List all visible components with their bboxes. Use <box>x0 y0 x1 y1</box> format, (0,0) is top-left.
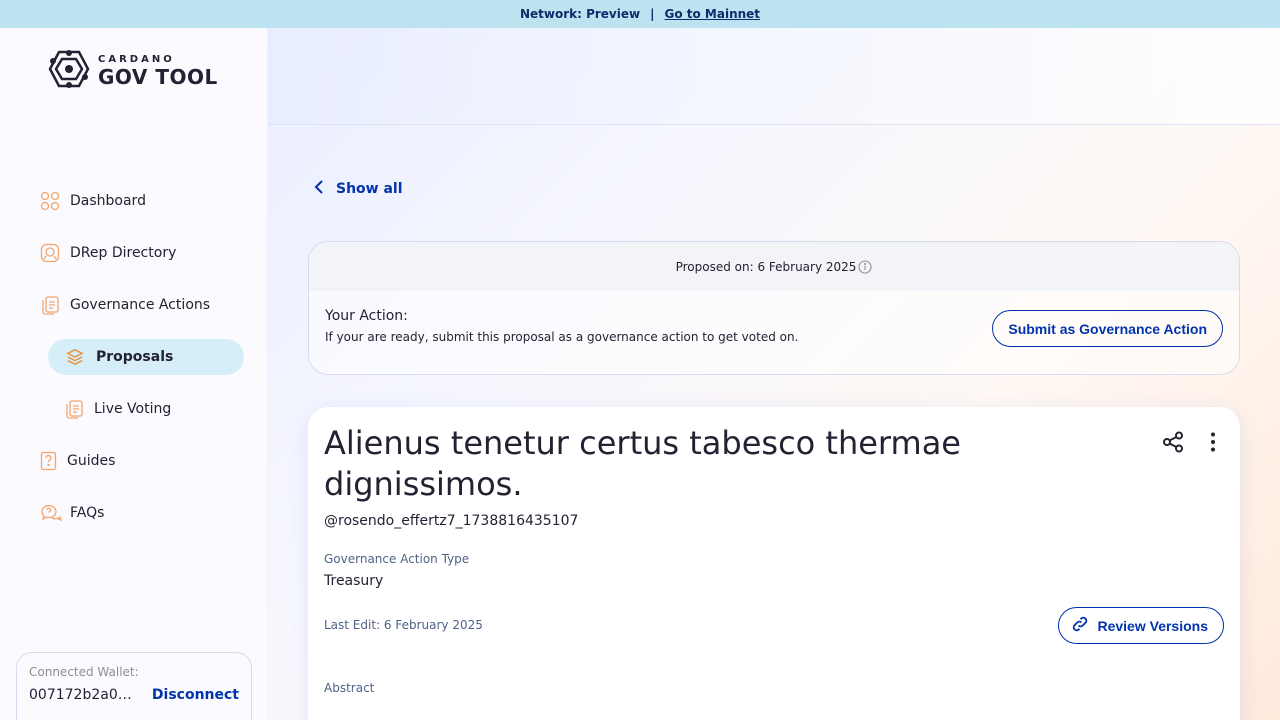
sidebar-item-label: Governance Actions <box>70 297 211 313</box>
wallet-address: 007172b2a0a5... <box>29 687 139 703</box>
sidebar-item-dashboard[interactable]: Dashboard <box>40 189 146 213</box>
review-versions-label: Review Versions <box>1097 617 1208 634</box>
wallet-label: Connected Wallet: <box>29 665 139 679</box>
disconnect-button[interactable]: Disconnect <box>152 687 239 703</box>
sidebar-item-label: Proposals <box>96 349 174 365</box>
connected-wallet-panel: Connected Wallet: 007172b2a0a5... Discon… <box>16 652 252 720</box>
proposal-detail-card: Alienus tenetur certus tabesco thermae d… <box>308 407 1240 720</box>
sidebar-item-label: FAQs <box>70 505 105 521</box>
sidebar-item-proposals[interactable]: Proposals <box>48 339 244 375</box>
logo-cardano-text: CARDANO <box>98 54 175 65</box>
chat-icon <box>40 503 63 523</box>
show-all-label: Show all <box>336 181 403 197</box>
sidebar-item-label: DRep Directory <box>70 245 177 261</box>
sidebar-item-live-voting[interactable]: Live Voting <box>64 397 171 421</box>
sidebar-item-faqs[interactable]: FAQs <box>40 501 104 525</box>
sidebar-item-label: Live Voting <box>94 401 172 417</box>
logo[interactable]: CARDANO GOV TOOL <box>48 50 218 92</box>
submit-governance-action-button[interactable]: Submit as Governance Action <box>992 310 1223 347</box>
layers-icon <box>66 348 84 366</box>
logo-govtool-text: GOV TOOL <box>98 65 218 89</box>
show-all-link[interactable]: Show all <box>314 180 403 198</box>
guide-icon <box>40 451 57 471</box>
network-separator: | <box>650 7 655 21</box>
abstract-label: Abstract <box>324 681 375 695</box>
sidebar-item-drep-directory[interactable]: DRep Directory <box>40 241 176 265</box>
documents-icon <box>64 399 84 419</box>
go-to-mainnet-link[interactable]: Go to Mainnet <box>664 7 760 21</box>
more-vertical-icon[interactable] <box>1202 431 1224 453</box>
info-icon[interactable] <box>858 259 872 274</box>
network-label: Network: Preview <box>519 7 641 21</box>
proposal-author: @rosendo_effertz7_1738816435107 <box>324 513 579 529</box>
last-edit-text: Last Edit: 6 February 2025 <box>324 618 483 632</box>
link-icon <box>1071 615 1089 636</box>
sidebar-item-label: Dashboard <box>70 193 146 209</box>
main-content: Show all Proposed on: 6 February 2025 Yo… <box>268 28 1280 720</box>
your-action-title: Your Action: <box>325 308 408 324</box>
logo-hexagon-icon <box>48 50 90 92</box>
proposal-action-card: Proposed on: 6 February 2025 Your Action… <box>308 241 1240 375</box>
review-versions-button[interactable]: Review Versions <box>1058 607 1224 644</box>
governance-action-type-label: Governance Action Type <box>324 552 470 566</box>
sidebar-item-label: Guides <box>67 453 116 469</box>
your-action-description: If your are ready, submit this proposal … <box>325 330 799 344</box>
governance-action-type-value: Treasury <box>324 573 384 589</box>
drep-icon <box>40 243 60 263</box>
sidebar-item-guides[interactable]: Guides <box>40 449 115 473</box>
chevron-left-icon <box>314 180 324 198</box>
proposal-title: Alienus tenetur certus tabesco thermae d… <box>324 424 961 503</box>
top-header <box>268 28 1280 125</box>
proposed-date-header: Proposed on: 6 February 2025 <box>309 242 1239 291</box>
share-icon[interactable] <box>1162 431 1184 453</box>
documents-icon <box>40 295 60 315</box>
network-banner: Network: Preview | Go to Mainnet <box>0 0 1280 28</box>
grid-icon <box>40 191 60 211</box>
sidebar-item-governance-actions[interactable]: Governance Actions <box>40 293 210 317</box>
proposed-date: Proposed on: 6 February 2025 <box>675 259 857 274</box>
sidebar: CARDANO GOV TOOL Dashboard DRep Director… <box>0 28 268 720</box>
